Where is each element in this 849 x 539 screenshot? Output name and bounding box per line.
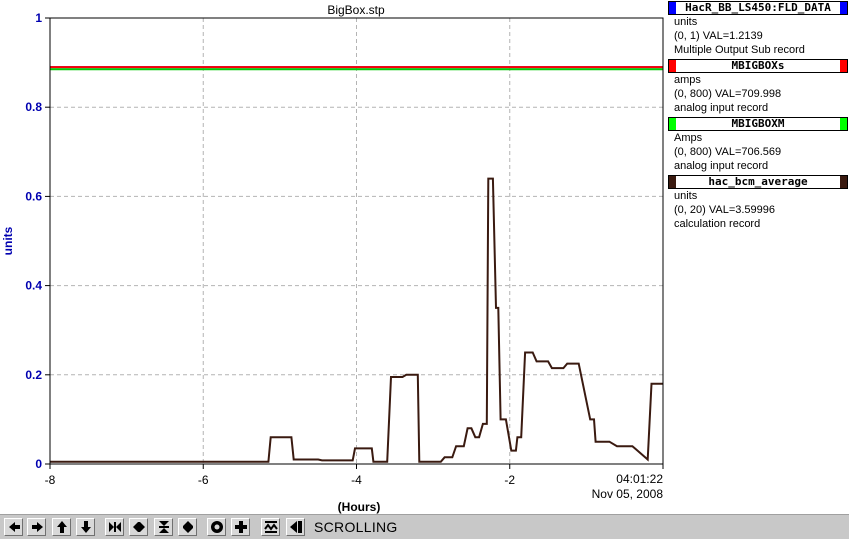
legend-item-mbigboxs[interactable]: MBIGBOXs <box>668 59 848 73</box>
arrow-right-icon <box>31 522 43 532</box>
legend-reading: (0, 20) VAL=3.59996 <box>674 204 776 216</box>
zoom-out-vertical-button[interactable] <box>178 518 197 536</box>
stagger-icon <box>263 521 278 533</box>
legend-swatch <box>669 60 676 72</box>
zoom-in-horizontal-button[interactable] <box>105 518 124 536</box>
legend-name: HacR_BB_LS450:FLD_DATA <box>685 2 831 14</box>
legend-swatch <box>840 118 847 130</box>
legend-swatch <box>669 2 676 14</box>
legend-swatch <box>840 60 847 72</box>
chart-title: BigBox.stp <box>327 3 385 17</box>
x-tick-label: -8 <box>45 473 56 487</box>
arrow-up-button[interactable] <box>52 518 71 536</box>
legend-record: analog input record <box>674 160 769 172</box>
legend-name: MBIGBOXM <box>731 118 785 130</box>
legend-item-hac-bcm-average[interactable]: hac_bcm_average <box>668 175 848 189</box>
zoom-out-horizontal-button[interactable] <box>129 518 148 536</box>
add-icon <box>234 521 247 533</box>
legend-record: Multiple Output Sub record <box>674 44 805 56</box>
add-button[interactable] <box>231 518 250 536</box>
arrow-down-button[interactable] <box>76 518 95 536</box>
legend-record: calculation record <box>674 218 761 230</box>
zoom-out-vertical-icon <box>182 521 193 533</box>
chart: BigBox.stp units (Hours) 04:01:22 Nov 05… <box>1 3 664 514</box>
legend-units: units <box>674 190 698 202</box>
x-tick-label: -2 <box>504 473 515 487</box>
legend-item-mbigboxm[interactable]: MBIGBOXM <box>668 117 848 131</box>
y-tick-label: 0.8 <box>25 100 42 114</box>
scroll-icon <box>289 521 302 533</box>
legend-units: amps <box>674 74 701 86</box>
zoom-in-vertical-icon <box>158 521 169 533</box>
scroll-button[interactable] <box>286 518 305 536</box>
toolbar: SCROLLING <box>0 514 849 539</box>
zoom-in-horizontal-icon <box>108 522 121 532</box>
legend-record: analog input record <box>674 102 769 114</box>
reset-button[interactable] <box>207 518 226 536</box>
y-tick-label: 0.6 <box>25 189 42 203</box>
end-date-label: Nov 05, 2008 <box>592 487 664 501</box>
legend-reading: (0, 800) VAL=709.998 <box>674 88 782 100</box>
arrow-right-button[interactable] <box>27 518 46 536</box>
zoom-out-horizontal-icon <box>132 522 145 532</box>
stagger-button[interactable] <box>261 518 280 536</box>
legend-item-hacr-bb-ls450-fld-data[interactable]: HacR_BB_LS450:FLD_DATA <box>668 1 848 15</box>
zoom-in-vertical-button[interactable] <box>154 518 173 536</box>
legend-units: Amps <box>674 132 703 144</box>
legend-swatch <box>669 176 676 188</box>
end-time-label: 04:01:22 <box>616 472 663 486</box>
y-axis-label: units <box>1 226 15 255</box>
x-tick-label: -4 <box>351 473 362 487</box>
arrow-left-button[interactable] <box>4 518 23 536</box>
y-tick-label: 0 <box>35 457 42 471</box>
legend-swatch <box>669 118 676 130</box>
arrow-down-icon <box>80 521 91 533</box>
legend-reading: (0, 800) VAL=706.569 <box>674 146 782 158</box>
x-tick-label: -6 <box>198 473 209 487</box>
legend-name: hac_bcm_average <box>708 176 808 188</box>
y-tick-label: 0.4 <box>25 279 42 293</box>
y-tick-label: 0.2 <box>25 368 42 382</box>
arrow-left-icon <box>8 522 20 532</box>
legend-name: MBIGBOXs <box>731 60 785 72</box>
legend-reading: (0, 1) VAL=1.2139 <box>674 30 763 42</box>
arrow-up-icon <box>56 521 67 533</box>
legend-units: units <box>674 16 698 28</box>
reset-icon <box>210 521 223 533</box>
x-axis-label: (Hours) <box>338 500 381 514</box>
scrolling-status: SCROLLING <box>314 519 398 535</box>
legend-swatch <box>840 176 847 188</box>
legend-swatch <box>840 2 847 14</box>
y-tick-label: 1 <box>35 11 42 25</box>
